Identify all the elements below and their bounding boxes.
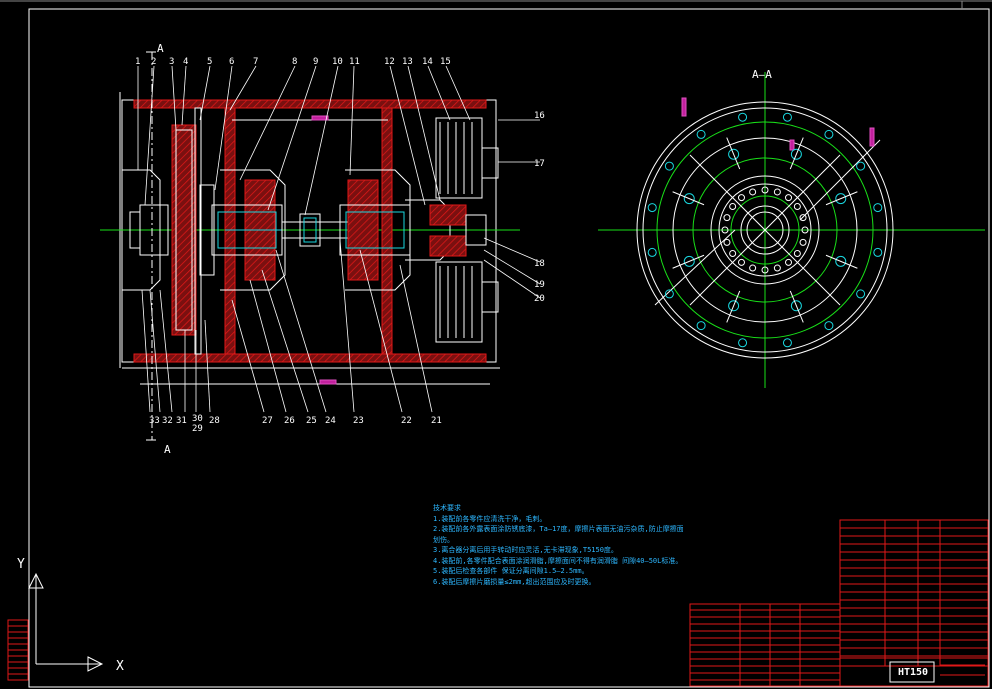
bolt-hole bbox=[873, 247, 883, 257]
note-line: 6.装配后摩擦片磨损量≤2mm,超出范围应及时更换。 bbox=[433, 577, 596, 586]
part-number: 28 bbox=[209, 416, 220, 426]
part-number: 15 bbox=[440, 57, 451, 67]
axis-x-label: X bbox=[116, 659, 124, 674]
part-number: 7 bbox=[253, 57, 258, 67]
part-number: 24 bbox=[325, 416, 336, 426]
bolt-hole bbox=[737, 194, 745, 202]
part-numbers-top: 1 2 3 4 5 6 7 8 9 10 11 12 13 14 15 bbox=[135, 57, 451, 67]
notes-title: 技术要求 bbox=[433, 504, 461, 512]
bolt-hole bbox=[749, 264, 757, 272]
bolt-hole bbox=[799, 238, 807, 246]
bolt-hole bbox=[824, 321, 834, 331]
main-section-view: A A 1 2 3 4 5 6 7 8 9 10 11 12 13 14 15 … bbox=[100, 42, 545, 456]
bolt-hole bbox=[773, 188, 781, 196]
bolt-hole bbox=[773, 264, 781, 272]
part-number: 20 bbox=[534, 294, 545, 304]
part-numbers-right: 16 17 18 19 20 bbox=[534, 111, 545, 304]
bolt-hole bbox=[856, 161, 866, 171]
section-mark-bottom: A bbox=[164, 443, 171, 456]
bolt-hole bbox=[647, 203, 657, 213]
part-number: 19 bbox=[534, 280, 545, 290]
part-number: 31 bbox=[176, 416, 187, 426]
bolt-hole bbox=[782, 112, 792, 122]
part-number: 4 bbox=[183, 57, 188, 67]
ucs-axis-icon: X Y bbox=[7, 557, 124, 681]
part-numbers-bottom: 33 32 31 30 29 28 27 26 25 24 23 22 21 bbox=[149, 414, 442, 434]
note-line: 3.离合器分离后用手转动时应灵活,无卡滞现象,T5150度。 bbox=[433, 546, 618, 554]
part-number: 9 bbox=[313, 57, 318, 67]
part-number: 23 bbox=[353, 416, 364, 426]
part-number: 33 bbox=[149, 416, 160, 426]
bolt-hole bbox=[738, 112, 748, 122]
bolt-hole bbox=[696, 321, 706, 331]
technical-notes: 技术要求 1.装配前各零件应清洗干净，毛刺。 2.装配前各外露表面涂防锈底漆，T… bbox=[433, 503, 683, 587]
bolt-hole bbox=[737, 258, 745, 266]
note-line: 2.装配前各外露表面涂防锈底漆，Ta—17度，摩擦片表面无油污杂质,防止摩擦面受… bbox=[433, 525, 683, 533]
bolt-hole bbox=[785, 194, 793, 202]
bolt-hole bbox=[873, 203, 883, 213]
bolt-hole bbox=[749, 188, 757, 196]
part-number: 29 bbox=[192, 424, 203, 434]
axis-y-label: Y bbox=[17, 557, 25, 572]
note-line: 1.装配前各零件应清洗干净，毛刺。 bbox=[433, 514, 547, 523]
bolt-hole bbox=[793, 202, 801, 210]
bom-table-lower bbox=[689, 603, 841, 687]
section-view-title: A—A bbox=[752, 68, 772, 81]
part-number: 1 bbox=[135, 57, 140, 67]
part-number: 26 bbox=[284, 416, 295, 426]
bolt-hole bbox=[664, 161, 674, 171]
drawing-title: HT150 bbox=[897, 667, 929, 678]
bom-table-upper bbox=[839, 519, 989, 667]
bolt-hole bbox=[738, 338, 748, 348]
part-number: 12 bbox=[384, 57, 395, 67]
bolt-hole bbox=[723, 214, 731, 222]
bolt-hole bbox=[782, 338, 792, 348]
part-number: 2 bbox=[151, 57, 156, 67]
part-number: 17 bbox=[534, 159, 545, 169]
bolt-hole bbox=[729, 202, 737, 210]
part-number: 10 bbox=[332, 57, 343, 67]
part-number: 13 bbox=[402, 57, 413, 67]
part-number: 3 bbox=[169, 57, 174, 67]
bolt-hole bbox=[729, 250, 737, 258]
note-line: 4.装配前,各零件配合表面涂润滑脂,摩擦面间不得有润滑脂 间隙40—50L标准。 bbox=[433, 556, 683, 565]
part-number: 27 bbox=[262, 416, 273, 426]
part-number: 18 bbox=[534, 259, 545, 269]
part-number: 25 bbox=[306, 416, 317, 426]
part-number: 8 bbox=[292, 57, 297, 67]
bolt-hole bbox=[723, 238, 731, 246]
bolt-hole bbox=[785, 258, 793, 266]
note-line: 划伤。 bbox=[433, 535, 454, 544]
part-number: 16 bbox=[534, 111, 545, 121]
bolt-hole bbox=[824, 129, 834, 139]
bolt-hole bbox=[696, 129, 706, 139]
bolt-hole bbox=[793, 250, 801, 258]
part-number: 11 bbox=[349, 57, 360, 67]
part-number: 21 bbox=[431, 416, 442, 426]
part-number: 5 bbox=[207, 57, 212, 67]
bolt-hole bbox=[856, 289, 866, 299]
part-number: 32 bbox=[162, 416, 173, 426]
part-number: 14 bbox=[422, 57, 433, 67]
note-line: 5.装配后检查各部件 保证分离间隙1.5—2.5mm。 bbox=[433, 567, 589, 575]
end-view-a-a: A—A bbox=[598, 68, 985, 388]
part-number: 6 bbox=[229, 57, 234, 67]
section-mark-top: A bbox=[157, 42, 164, 55]
part-number: 30 bbox=[192, 414, 203, 424]
bolt-hole bbox=[647, 247, 657, 257]
part-number: 22 bbox=[401, 416, 412, 426]
